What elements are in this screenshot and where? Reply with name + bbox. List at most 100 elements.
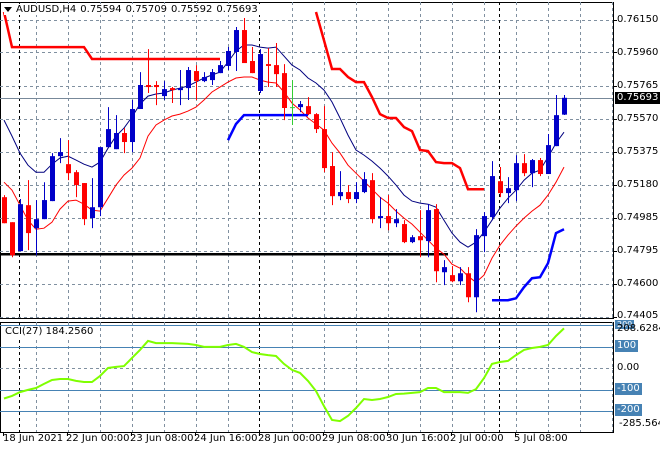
price-tick: 0.74985 — [617, 212, 659, 223]
low-value: 0.75592 — [171, 4, 213, 15]
candle-body — [122, 133, 127, 143]
candle-body — [74, 172, 79, 186]
cci-max-label: 208.6284 — [617, 323, 660, 334]
candle-body — [410, 237, 415, 243]
symbol-label: AUDUSD,H4 — [16, 4, 77, 15]
candle-body — [338, 192, 343, 197]
candle-body — [346, 192, 351, 200]
high-value: 0.75709 — [125, 4, 168, 15]
time-tick: 22 Jun 00:00 — [66, 433, 130, 444]
close-value: 0.75693 — [216, 4, 258, 15]
candle-body — [98, 147, 103, 208]
candle-body — [258, 54, 263, 91]
candle-body — [298, 104, 303, 108]
candle-body — [2, 197, 7, 224]
candle-body — [290, 107, 295, 109]
candle-body — [306, 106, 311, 115]
price-tick: 0.75180 — [617, 179, 659, 190]
candle-body — [90, 207, 95, 219]
candle-body — [106, 129, 111, 148]
candle-body — [514, 163, 519, 191]
time-tick: 5 Jul 08:00 — [514, 433, 568, 444]
price-tick: 0.76150 — [617, 14, 659, 25]
candle-body — [154, 85, 159, 88]
candle-body — [218, 65, 223, 74]
candle-body — [426, 210, 431, 242]
candle-body — [250, 61, 255, 74]
candle-body — [114, 133, 119, 150]
candle-body — [162, 89, 167, 97]
candle-body — [394, 219, 399, 224]
candle-body — [522, 163, 527, 174]
candle-body — [434, 209, 439, 272]
candle-body — [554, 115, 559, 147]
candle-body — [82, 183, 87, 220]
candle-body — [314, 114, 319, 130]
time-tick: 2 Jul 00:00 — [450, 433, 504, 444]
candle-body — [450, 275, 455, 282]
candle-body — [354, 192, 359, 200]
candle-body — [474, 235, 479, 298]
candle-body — [10, 222, 15, 256]
time-tick: 18 Jun 2021 — [3, 433, 64, 444]
candle-body — [66, 164, 71, 174]
price-chart[interactable] — [0, 0, 660, 450]
candle-body — [442, 267, 447, 273]
candle-body — [26, 205, 31, 234]
current-price-label: 0.75693 — [615, 92, 660, 104]
candle-body — [282, 73, 287, 108]
candle-body — [266, 64, 271, 66]
candle-body — [498, 181, 503, 194]
candle-body — [18, 204, 23, 252]
time-tick: 24 Jun 16:00 — [194, 433, 258, 444]
candle-body — [370, 180, 375, 220]
candle-body — [130, 109, 135, 143]
cci-min-label: -285.5649 — [619, 418, 660, 429]
candle-body — [322, 129, 327, 169]
candle-body — [482, 216, 487, 237]
candle-body — [170, 88, 175, 91]
cci-panel-frame — [0, 322, 614, 433]
candle-body — [546, 145, 551, 175]
candle-body — [378, 216, 383, 219]
price-tick: 0.74600 — [617, 278, 659, 289]
candle-body — [506, 188, 511, 194]
candle-body — [210, 72, 215, 81]
cci-level-label: -100 — [615, 383, 642, 395]
price-tick: 0.74795 — [617, 245, 659, 256]
candle-body — [194, 71, 199, 82]
main-panel-frame — [0, 2, 614, 319]
candle-body — [274, 65, 279, 75]
candle-body — [362, 179, 367, 193]
candle-body — [34, 219, 39, 229]
stop-lower-line — [492, 228, 565, 302]
candle-body — [538, 160, 543, 175]
cci-zero-label: 0.00 — [617, 362, 640, 373]
candle-body — [234, 30, 239, 52]
candle-body — [58, 152, 63, 157]
time-tick: 30 Jun 16:00 — [386, 433, 450, 444]
cci-line — [3, 327, 565, 423]
candle-body — [330, 166, 335, 197]
price-tick: 0.75570 — [617, 113, 659, 124]
candle-body — [50, 156, 55, 202]
candle-body — [418, 236, 423, 241]
candle-body — [490, 176, 495, 218]
candle-body — [562, 97, 567, 115]
cci-level-label: -200 — [615, 404, 642, 416]
triangle-down-icon[interactable] — [4, 7, 12, 12]
time-tick: 23 Jun 08:00 — [130, 433, 194, 444]
candle-body — [146, 85, 151, 88]
candle-body — [186, 70, 191, 89]
stop-lower-line — [226, 113, 308, 141]
candle-body — [42, 200, 47, 220]
candle-body — [138, 85, 143, 110]
price-tick: 0.75765 — [617, 80, 659, 91]
candle-body — [466, 273, 471, 298]
time-tick: 29 Jun 08:00 — [322, 433, 386, 444]
candle-body — [202, 77, 207, 82]
candle-body — [242, 30, 247, 64]
candle-body — [458, 273, 463, 282]
candle-body — [402, 224, 407, 243]
time-tick: 28 Jun 00:00 — [258, 433, 322, 444]
